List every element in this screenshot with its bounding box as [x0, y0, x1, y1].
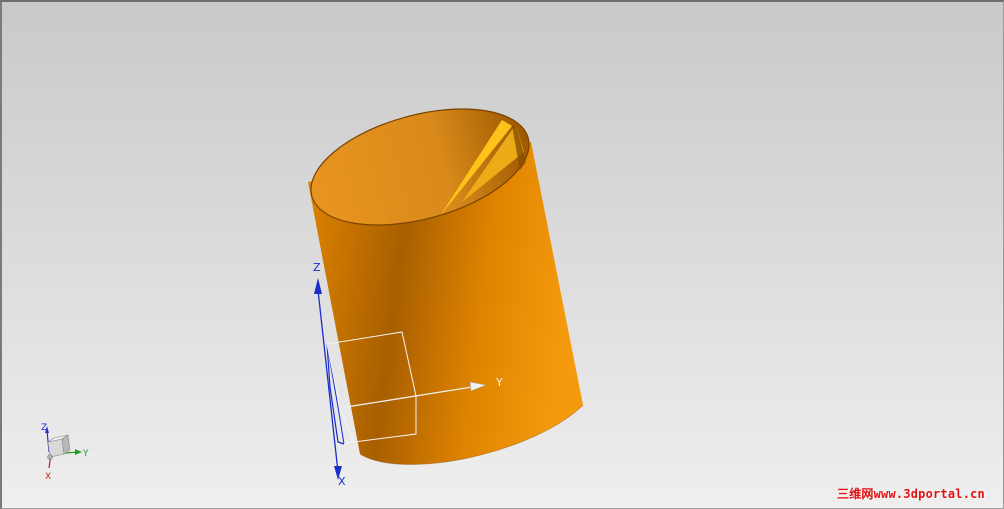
model-scene[interactable]: Z X Y Z Y X: [2, 2, 1004, 509]
triad-y-label: Y: [82, 449, 89, 459]
triad-origin: [47, 454, 53, 460]
graphics-viewport[interactable]: Z X Y Z Y X 三维网www.3dportal.cn: [0, 0, 1004, 509]
csys-y-label: Y: [495, 376, 503, 389]
csys-z-label: Z: [313, 261, 321, 274]
csys-x-label: X: [338, 475, 346, 488]
triad-x-label: X: [45, 472, 51, 482]
watermark-text: 三维网www.3dportal.cn: [837, 487, 985, 501]
triad-z-label: Z: [41, 423, 47, 433]
